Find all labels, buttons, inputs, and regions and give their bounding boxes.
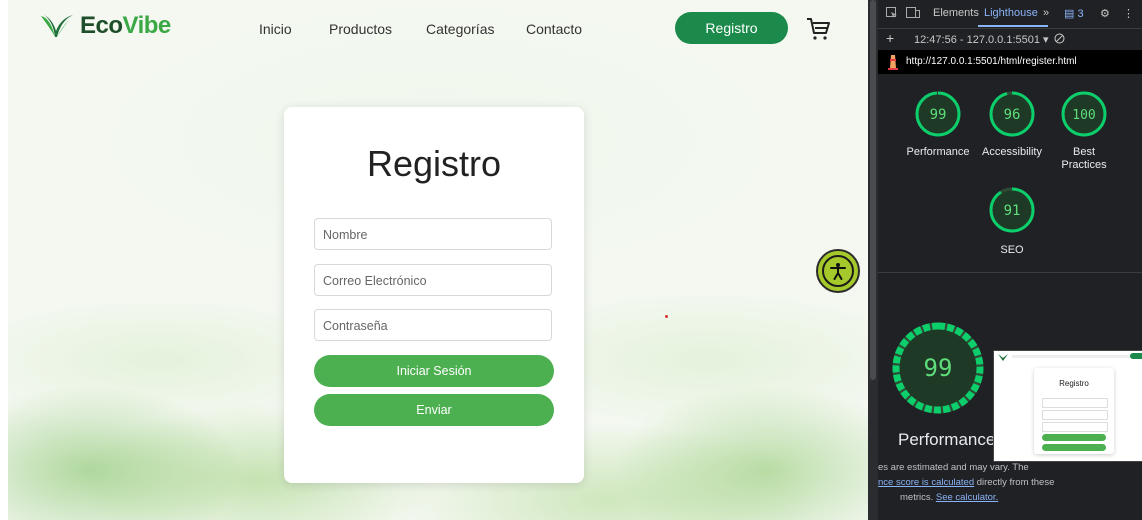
- nav-link-productos[interactable]: Productos: [329, 21, 392, 37]
- inspect-icon[interactable]: [886, 7, 898, 19]
- gauge-best-practices-value: 100: [1072, 108, 1095, 123]
- active-tab-indicator: [978, 25, 1048, 27]
- navbar: EcoVibe Inicio Productos Categorías Cont…: [8, 0, 868, 58]
- nav-link-inicio[interactable]: Inicio: [259, 21, 292, 37]
- thumbnail-navbar: [1012, 355, 1132, 358]
- device-toggle-icon[interactable]: [906, 7, 920, 19]
- audited-url-bar: http://127.0.0.1:5501/html/register.html: [878, 50, 1142, 74]
- thumbnail-logo-icon: [998, 354, 1008, 361]
- accessibility-icon: [822, 255, 854, 287]
- gauge-accessibility-value: 96: [1004, 107, 1021, 123]
- gauge-performance-label: Performance: [906, 146, 970, 158]
- name-input[interactable]: Nombre: [314, 218, 552, 250]
- score-calculated-link[interactable]: nce score is calculated: [878, 477, 974, 488]
- clear-icon[interactable]: [1054, 33, 1065, 44]
- thumbnail-input: [1042, 398, 1108, 408]
- thumbnail-card: Registro: [1034, 368, 1114, 454]
- form-title: Registro: [366, 143, 502, 184]
- note-line-1: es are estimated and may vary. The: [878, 462, 1029, 473]
- thumbnail-nav-button: [1130, 353, 1142, 359]
- thumbnail-input: [1042, 410, 1108, 420]
- thumbnail-input: [1042, 422, 1108, 432]
- settings-icon[interactable]: ⚙: [1100, 7, 1110, 20]
- gauge-accessibility[interactable]: 96: [988, 90, 1036, 138]
- submit-button[interactable]: Enviar: [314, 394, 554, 426]
- thumbnail-button: [1042, 434, 1106, 441]
- gauge-performance-large[interactable]: 99: [890, 320, 986, 416]
- gauge-performance-large-value: 99: [924, 354, 953, 382]
- note-line-3: metrics. See calculator.: [900, 492, 999, 503]
- tab-lighthouse[interactable]: Lighthouse: [984, 7, 1038, 19]
- report-select[interactable]: 12:47:56 - 127.0.0.1:5501 ▾: [914, 33, 1049, 46]
- note-line-2: nce score is calculated directly from th…: [878, 477, 1055, 488]
- password-input[interactable]: Contraseña: [314, 309, 552, 341]
- lighthouse-icon: [888, 55, 898, 70]
- report-row: + 12:47:56 - 127.0.0.1:5501 ▾: [878, 28, 1142, 51]
- tab-elements[interactable]: Elements: [933, 7, 979, 19]
- issues-badge[interactable]: ▤ 3: [1064, 7, 1084, 20]
- page-screenshot-thumbnail[interactable]: Registro: [993, 350, 1142, 462]
- thumbnail-title: Registro: [1059, 379, 1089, 388]
- stray-dot: [665, 315, 668, 318]
- register-nav-button[interactable]: Registro: [675, 12, 788, 44]
- login-button[interactable]: Iniciar Sesión: [314, 355, 554, 387]
- leaf-logo-icon: [41, 15, 73, 37]
- gauge-best-practices-label: Best Practices: [1061, 146, 1107, 171]
- logo-text: EcoVibe: [80, 12, 171, 39]
- accessibility-button[interactable]: [816, 249, 860, 293]
- menu-kebab-icon[interactable]: ⋮: [1123, 7, 1134, 20]
- nav-link-contacto[interactable]: Contacto: [526, 21, 582, 37]
- email-input[interactable]: Correo Electrónico: [314, 264, 552, 296]
- more-tabs-button[interactable]: »: [1043, 7, 1049, 19]
- scrollbar-thumb[interactable]: [870, 0, 876, 380]
- register-card: Registro Nombre Correo Electrónico Contr…: [284, 107, 584, 483]
- section-divider: [878, 272, 1142, 273]
- new-report-icon[interactable]: +: [886, 30, 894, 46]
- devtools-toolbar: Elements Lighthouse » ▤ 3 ⚙ ⋮: [878, 0, 1142, 29]
- thumbnail-button: [1042, 444, 1106, 451]
- page-scrollbar[interactable]: [868, 0, 878, 520]
- gauge-seo[interactable]: 91: [988, 186, 1036, 234]
- see-calculator-link[interactable]: See calculator.: [936, 492, 998, 503]
- gauge-performance-value: 99: [930, 107, 947, 123]
- audited-url: http://127.0.0.1:5501/html/register.html: [906, 56, 1077, 67]
- web-page: EcoVibe Inicio Productos Categorías Cont…: [8, 0, 868, 520]
- nav-link-categorias[interactable]: Categorías: [426, 21, 494, 37]
- gauge-accessibility-label: Accessibility: [982, 146, 1042, 158]
- gauge-seo-label: SEO: [1000, 244, 1024, 256]
- gauge-performance[interactable]: 99: [914, 90, 962, 138]
- cart-icon[interactable]: [805, 16, 831, 42]
- gauge-performance-large-label: Performance: [898, 430, 996, 449]
- gauge-seo-value: 91: [1004, 203, 1021, 219]
- devtools-panel: Elements Lighthouse » ▤ 3 ⚙ ⋮ + 12:47:56…: [868, 0, 1142, 520]
- gauge-best-practices[interactable]: 100: [1060, 90, 1108, 138]
- logo[interactable]: EcoVibe: [40, 12, 171, 40]
